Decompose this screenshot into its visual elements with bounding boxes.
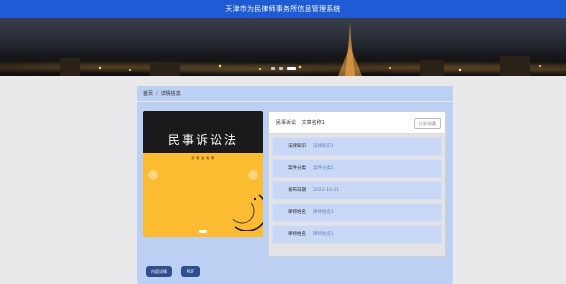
detail-value: 案件分类1 bbox=[313, 166, 334, 171]
detail-row: 法律知识 法律知识1 bbox=[272, 137, 442, 156]
carousel-dot[interactable] bbox=[270, 67, 275, 70]
cover-title: 民事诉讼法 bbox=[167, 133, 238, 147]
share-favorite-button[interactable]: 分享/收藏 bbox=[413, 118, 441, 129]
carousel-prev-icon[interactable]: ‹ bbox=[148, 170, 158, 180]
detail-label: 案件分类 bbox=[288, 166, 306, 171]
detail-row: 律师姓名 律师姓名1 bbox=[272, 203, 442, 222]
detail-label: 发布日期 bbox=[288, 188, 306, 193]
app-title: 天津市为民律师事务所信息管理系统 bbox=[225, 5, 341, 13]
carousel-dot[interactable] bbox=[278, 67, 283, 70]
detail-value: 2022-10-21 bbox=[313, 188, 340, 193]
breadcrumb-home[interactable]: 首页 bbox=[143, 91, 153, 97]
case-name: 文章名称1 bbox=[301, 120, 325, 126]
detail-label: 法律知识 bbox=[288, 144, 306, 149]
detail-value: 法律知识1 bbox=[313, 144, 334, 149]
cover-decoration bbox=[232, 194, 263, 231]
cover-subtitle: 张 明 进 等 著 bbox=[191, 156, 215, 160]
top-bar: 天津市为民律师事务所信息管理系统 bbox=[0, 0, 566, 18]
content-detail-button[interactable]: 内容详情 bbox=[146, 266, 172, 277]
banner-carousel[interactable] bbox=[0, 18, 566, 76]
detail-row: 案件分类 案件分类1 bbox=[272, 159, 442, 178]
carousel-next-icon[interactable]: › bbox=[248, 170, 258, 180]
detail-label: 律师姓名 bbox=[288, 210, 306, 215]
pdf-button[interactable]: PDF bbox=[181, 266, 200, 277]
carousel-indicators bbox=[0, 67, 566, 70]
detail-row: 发布日期 2022-10-21 bbox=[272, 181, 442, 200]
breadcrumb: 首页 / 详情信息 bbox=[137, 86, 453, 102]
cover-pager-indicator[interactable] bbox=[199, 230, 207, 233]
carousel-dot-active[interactable] bbox=[286, 67, 296, 70]
detail-value: 律师姓名1 bbox=[313, 210, 334, 215]
case-kind: 民事诉讼 bbox=[276, 120, 297, 126]
book-cover-carousel[interactable]: 民事诉讼法 张 明 进 等 著 ‹ › bbox=[143, 111, 263, 237]
case-info-card: 民事诉讼 文章名称1 分享/收藏 法律知识 法律知识1 案件分类 案件分类1 发… bbox=[268, 111, 446, 257]
detail-row: 律师姓名 律师姓名1 bbox=[272, 225, 442, 244]
detail-label: 律师姓名 bbox=[288, 232, 306, 237]
breadcrumb-separator: / bbox=[156, 91, 158, 97]
detail-value: 律师姓名1 bbox=[313, 232, 334, 237]
breadcrumb-current: 详情信息 bbox=[160, 91, 181, 97]
